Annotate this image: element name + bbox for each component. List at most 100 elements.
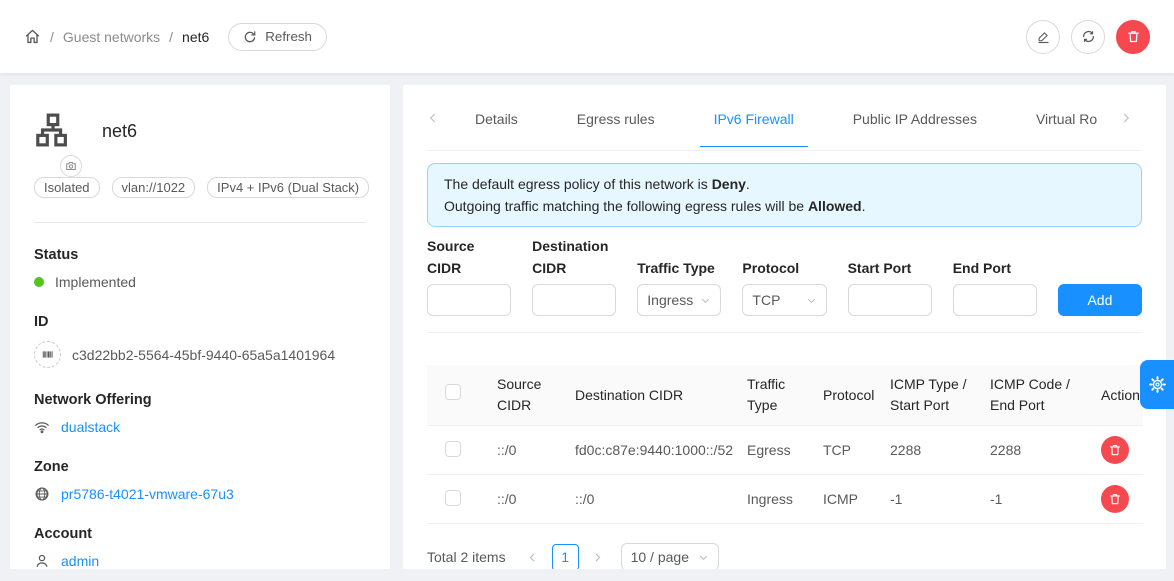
tab-details[interactable]: Details [461, 89, 532, 147]
tab-egress-rules[interactable]: Egress rules [563, 89, 669, 147]
account-label: Account [34, 526, 366, 542]
chevron-down-icon [700, 295, 711, 306]
section-status: Status Implemented [34, 247, 366, 290]
next-page-icon[interactable] [587, 544, 609, 569]
field-protocol: Protocol TCP [742, 257, 826, 316]
id-value: c3d22bb2-5564-45bf-9440-65a5a1401964 [72, 347, 335, 363]
traffic-type-label: Traffic Type [637, 257, 721, 279]
field-source-cidr: Source CIDR [427, 235, 511, 316]
cell-icmp-type-start-port: -1 [882, 475, 982, 524]
col-source-cidr: Source CIDR [489, 365, 567, 426]
cell-protocol: ICMP [815, 475, 882, 524]
settings-fab-button[interactable] [1140, 360, 1174, 409]
cell-source-cidr: ::/0 [489, 475, 567, 524]
globe-icon [34, 486, 50, 502]
user-icon [34, 553, 50, 569]
page-size-select[interactable]: 10 / page [621, 543, 719, 569]
tag-row: Isolated vlan://1022 IPv4 + IPv6 (Dual S… [34, 177, 366, 198]
zone-label: Zone [34, 459, 366, 475]
resource-header: net6 [34, 111, 366, 151]
home-icon[interactable] [24, 28, 41, 45]
select-all-checkbox[interactable] [445, 384, 461, 400]
section-account: Account admin [34, 526, 366, 569]
field-end-port: End Port [953, 257, 1037, 316]
refresh-button[interactable]: Refresh [228, 23, 327, 51]
edit-button[interactable] [1026, 20, 1060, 54]
traffic-type-select[interactable]: Ingress [637, 284, 721, 316]
wifi-icon [34, 419, 50, 435]
page-header: / Guest networks / net6 Refresh [0, 0, 1174, 73]
tab-bar: Details Egress rules IPv6 Firewall Publi… [427, 85, 1142, 151]
detail-card: Details Egress rules IPv6 Firewall Publi… [403, 85, 1166, 569]
account-link[interactable]: admin [61, 553, 99, 569]
cell-source-cidr: ::/0 [489, 426, 567, 475]
add-rule-form: Source CIDR Destination CIDR Traffic Typ… [427, 235, 1142, 316]
page-size-value: 10 / page [631, 549, 689, 565]
banner-line-2: Outgoing traffic matching the following … [444, 195, 1125, 217]
page-number-button[interactable]: 1 [552, 544, 579, 570]
tag-vlan: vlan://1022 [112, 177, 196, 198]
add-button[interactable]: Add [1058, 284, 1142, 316]
section-network-offering: Network Offering dualstack [34, 392, 366, 435]
chevron-down-icon [698, 552, 709, 563]
end-port-input[interactable] [953, 284, 1037, 316]
reload-icon [243, 30, 257, 44]
start-port-input[interactable] [848, 284, 932, 316]
sync-icon [1081, 29, 1096, 44]
camera-icon[interactable] [60, 155, 82, 177]
cell-traffic-type: Egress [739, 426, 815, 475]
refresh-label: Refresh [265, 29, 312, 44]
status-dot-icon [34, 277, 44, 287]
total-items-text: Total 2 items [427, 549, 506, 565]
barcode-icon [34, 341, 61, 368]
row-checkbox[interactable] [445, 490, 461, 506]
col-traffic-type: Traffic Type [739, 365, 815, 426]
tabs-scroll-left-icon[interactable] [427, 112, 449, 124]
delete-network-button[interactable] [1116, 20, 1150, 54]
protocol-value: TCP [752, 292, 780, 308]
table-header-row: Source CIDR Destination CIDR Traffic Typ… [427, 365, 1143, 426]
cell-icmp-code-end-port: -1 [982, 475, 1093, 524]
destination-cidr-input[interactable] [532, 284, 616, 316]
field-traffic-type: Traffic Type Ingress [637, 257, 721, 316]
source-cidr-input[interactable] [427, 284, 511, 316]
tabs-scroll-right-icon[interactable] [1120, 112, 1142, 124]
end-port-label: End Port [953, 257, 1037, 279]
tab-ipv6-firewall[interactable]: IPv6 Firewall [700, 89, 808, 147]
start-port-label: Start Port [848, 257, 932, 279]
traffic-type-value: Ingress [647, 292, 693, 308]
row-checkbox[interactable] [445, 441, 461, 457]
table-row: ::/0 ::/0 Ingress ICMP -1 -1 [427, 475, 1143, 524]
breadcrumb-separator: / [169, 29, 173, 45]
network-offering-link[interactable]: dualstack [61, 419, 120, 435]
cell-traffic-type: Ingress [739, 475, 815, 524]
breadcrumb-separator: / [50, 29, 54, 45]
cell-icmp-type-start-port: 2288 [882, 426, 982, 475]
protocol-select[interactable]: TCP [742, 284, 826, 316]
gear-icon [1148, 375, 1167, 394]
tab-public-ip-addresses[interactable]: Public IP Addresses [839, 89, 991, 147]
cell-destination-cidr: ::/0 [567, 475, 739, 524]
network-apartment-icon [34, 111, 74, 151]
breadcrumb: / Guest networks / net6 Refresh [24, 23, 327, 51]
status-value: Implemented [55, 274, 136, 290]
tab-virtual-routers[interactable]: Virtual Ro [1022, 89, 1108, 147]
table-footer: Total 2 items 1 10 / page [427, 543, 1142, 569]
header-actions [1026, 20, 1150, 54]
prev-page-icon[interactable] [522, 544, 544, 569]
pencil-icon [1036, 29, 1051, 44]
network-offering-label: Network Offering [34, 392, 366, 408]
cell-protocol: TCP [815, 426, 882, 475]
zone-link[interactable]: pr5786-t4021-vmware-67u3 [61, 486, 234, 502]
status-label: Status [34, 247, 366, 263]
restart-button[interactable] [1071, 20, 1105, 54]
id-label: ID [34, 314, 366, 330]
col-icmp-type-start-port: ICMP Type / Start Port [882, 365, 982, 426]
trash-icon [1108, 492, 1122, 506]
delete-rule-button[interactable] [1101, 436, 1129, 464]
divider [34, 222, 366, 223]
breadcrumb-guest-networks[interactable]: Guest networks [63, 29, 160, 45]
delete-rule-button[interactable] [1101, 485, 1129, 513]
source-cidr-label: Source CIDR [427, 235, 511, 279]
content-area: net6 Isolated vlan://1022 IPv4 + IPv6 (D… [0, 73, 1174, 569]
